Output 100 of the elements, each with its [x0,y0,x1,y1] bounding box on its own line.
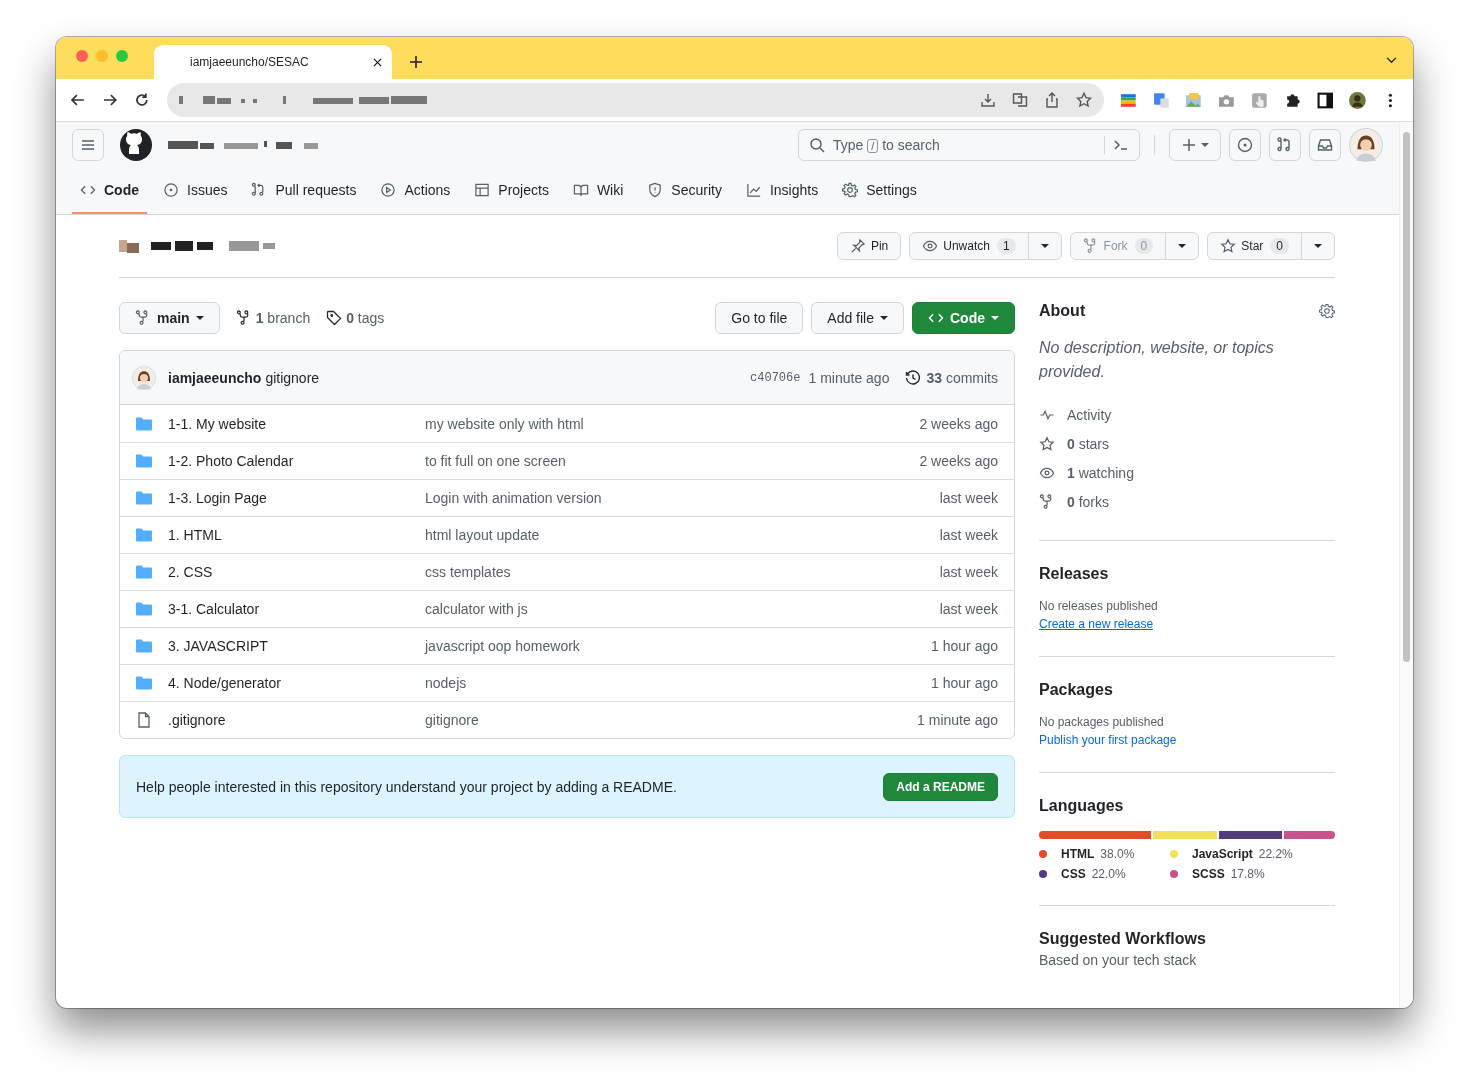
create-release-link[interactable]: Create a new release [1039,617,1154,631]
plus-icon[interactable] [410,56,422,68]
caret-icon [1178,244,1187,248]
commits-link[interactable]: 33 commits [905,369,998,386]
pull-request-icon [1277,137,1293,153]
file-name[interactable]: 2. CSS [168,564,425,580]
user-avatar[interactable] [1349,128,1383,162]
publish-package-link[interactable]: Publish your first package [1039,733,1177,747]
nav-tab[interactable]: Pull requests [243,168,365,214]
profile-avatar[interactable] [1349,91,1367,109]
share-icon[interactable] [1043,92,1060,108]
folder-icon [136,453,152,469]
image-extension-icon[interactable] [1185,91,1203,109]
file-commit-message[interactable]: javascript oop homework [425,638,932,654]
close-icon[interactable] [373,57,382,67]
file-time: 1 minute ago [917,712,998,728]
file-commit-message[interactable]: to fit full on one screen [425,453,920,469]
nav-tab[interactable]: Security [639,168,730,214]
language-item[interactable]: CSS 22.0% [1039,867,1154,881]
extension-icon[interactable] [1119,91,1137,109]
branch-selector[interactable]: main [119,302,220,334]
caret-icon [1040,244,1049,248]
languages-heading: Languages [1039,797,1125,815]
packages-heading: Packages [1039,681,1114,699]
caret-icon [1314,244,1322,248]
file-name[interactable]: .gitignore [168,712,425,728]
branches-link[interactable]: 1 branch [235,310,311,326]
repo-stat-link[interactable]: 0 stars [1039,429,1335,458]
about-heading: About [1039,302,1086,320]
translate-icon[interactable] [1011,92,1028,108]
back-arrow-icon[interactable] [70,92,86,108]
add-readme-button[interactable]: Add a README [883,772,998,801]
file-commit-message[interactable]: Login with animation version [425,490,940,506]
file-name[interactable]: 1-2. Photo Calendar [168,453,425,469]
forward-arrow-icon[interactable] [101,92,118,108]
nav-tab[interactable]: Actions [372,168,459,214]
repo-action-button[interactable]: Star 0 [1207,232,1335,260]
folder-icon [136,527,152,543]
folder-icon [136,490,152,506]
nav-tab[interactable]: Projects [466,168,557,214]
repo-stat-link[interactable]: Activity [1039,400,1335,429]
settings-icon[interactable] [1319,303,1335,319]
file-name[interactable]: 1-3. Login Page [168,490,425,506]
file-time: last week [939,527,998,543]
language-item[interactable]: HTML 38.0% [1039,847,1154,861]
tags-link[interactable]: 0 tags [326,310,385,326]
search-field[interactable]: Type / to search [798,129,1140,161]
folder-icon [136,601,152,617]
repo-action-button[interactable]: Pin [836,232,902,260]
caret-icon [880,316,888,320]
menu-icon [80,137,96,153]
file-commit-message[interactable]: gitignore [425,712,918,728]
file-name[interactable]: 3. JAVASCRIPT [168,638,425,654]
repo-action-button[interactable]: Unwatch 1 [909,232,1062,260]
caret-icon [195,316,204,320]
nav-tab[interactable]: Code [72,168,147,214]
file-name[interactable]: 4. Node/generator [168,675,425,691]
releases-note: No releases published [1039,599,1159,613]
scrollbar-thumb[interactable] [1403,132,1410,662]
file-commit-message[interactable]: html layout update [425,527,940,543]
language-item[interactable]: JavaScript 22.2% [1170,847,1295,861]
file-name[interactable]: 1. HTML [168,527,425,543]
menu-button[interactable] [72,129,104,161]
browser-tab[interactable]: iamjaeeuncho/SESAC [154,45,392,79]
file-name[interactable]: 1-1. My website [168,415,425,432]
nav-tab[interactable]: Insights [737,168,827,214]
file-commit-message[interactable]: css templates [425,564,940,580]
go-to-file-button[interactable]: Go to file [715,302,804,334]
star-icon[interactable] [1075,92,1092,108]
repo-stat-link[interactable]: 1 watching [1039,458,1335,487]
reload-icon[interactable] [133,92,150,108]
commit-hash[interactable]: c40706e [750,370,801,385]
file-commit-message[interactable]: calculator with js [425,601,940,617]
code-button[interactable]: Code [912,302,1015,334]
commit-author[interactable]: iamjaeeuncho [168,369,262,386]
repo-stat-link[interactable]: 0 forks [1039,487,1335,516]
file-commit-message[interactable]: my website only with html [425,415,920,432]
issues-button[interactable] [1229,129,1261,161]
commit-message[interactable]: gitignore [265,369,320,386]
nav-tab[interactable]: Issues [155,168,236,214]
file-name[interactable]: 3-1. Calculator [168,601,425,617]
issue-icon [1237,137,1253,153]
download-icon[interactable] [979,92,996,108]
chevron-down-icon[interactable] [1386,57,1397,64]
terminal-icon[interactable] [1113,137,1129,153]
address-bar[interactable] [167,83,1104,117]
nav-tab[interactable]: Wiki [564,168,632,214]
create-new-button[interactable] [1169,129,1221,161]
file-commit-message[interactable]: nodejs [425,675,932,691]
github-logo[interactable] [120,129,152,161]
inbox-button[interactable] [1309,129,1341,161]
language-item[interactable]: SCSS 17.8% [1170,867,1295,881]
file-time: 1 hour ago [931,638,998,654]
side-panel-icon[interactable] [1316,91,1334,109]
file-time: 2 weeks ago [919,453,998,469]
add-file-button[interactable]: Add file [811,302,904,334]
file-time: last week [939,601,998,617]
nav-tab[interactable]: Settings [834,168,925,214]
pull-requests-button[interactable] [1269,129,1301,161]
file-time: 2 weeks ago [919,415,998,432]
